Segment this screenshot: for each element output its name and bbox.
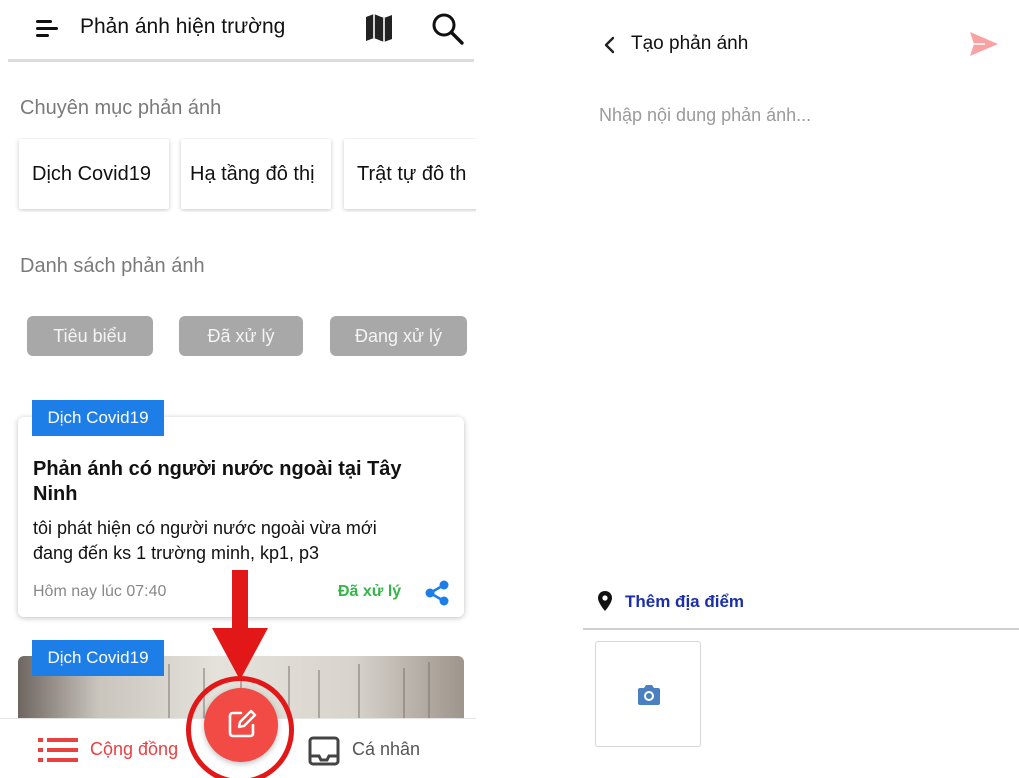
post-tag: Dịch Covid19 [32, 400, 164, 436]
post-body: tôi phát hiện có người nước ngoài vừa mớ… [33, 518, 377, 563]
location-pin-icon [598, 591, 612, 611]
filter-chips: Tiêu biểu Đã xử lý Đang xử lý [0, 316, 476, 358]
post-status: Đã xử lý [338, 583, 402, 600]
report-content-input[interactable] [599, 105, 999, 126]
send-icon[interactable] [969, 31, 999, 57]
category-urban-order[interactable]: Trật tự đô th [344, 139, 476, 209]
list-heading: Danh sách phản ánh [20, 255, 205, 277]
hamburger-icon[interactable] [36, 20, 58, 38]
post-time: Hôm nay lúc 07:40 [33, 583, 167, 600]
post-tag: Dịch Covid19 [32, 640, 164, 676]
map-icon[interactable] [365, 13, 393, 43]
back-icon[interactable] [603, 35, 617, 55]
annotation-arrow [212, 570, 268, 680]
inbox-icon[interactable] [308, 736, 340, 766]
community-screen: Phản ánh hiện trường Chuyên mục phản ánh… [0, 0, 476, 778]
app-title: Phản ánh hiện trường [80, 15, 286, 38]
top-app-bar: Phản ánh hiện trường [8, 0, 474, 62]
divider [583, 628, 1019, 630]
create-report-screen: Tạo phản ánh Thêm địa điểm [583, 0, 1019, 778]
create-report-button[interactable] [204, 688, 278, 762]
list-icon[interactable] [38, 738, 78, 762]
category-infrastructure[interactable]: Hạ tầng đô thị [181, 139, 331, 209]
edit-icon [228, 709, 257, 738]
screen-title: Tạo phản ánh [631, 33, 749, 54]
camera-icon [638, 685, 660, 705]
search-icon[interactable] [430, 11, 466, 47]
add-location-link[interactable]: Thêm địa điểm [625, 592, 744, 612]
share-icon[interactable] [423, 579, 451, 607]
stage: Phản ánh hiện trường Chuyên mục phản ánh… [0, 0, 1019, 778]
category-covid[interactable]: Dịch Covid19 [19, 139, 169, 209]
filter-processed[interactable]: Đã xử lý [179, 316, 303, 356]
post-title: Phản ánh có người nước ngoài tại Tây Nin… [33, 458, 402, 505]
filter-featured[interactable]: Tiêu biểu [27, 316, 153, 356]
filter-processing[interactable]: Đang xử lý [330, 316, 467, 356]
add-photo-button[interactable] [595, 641, 701, 747]
nav-personal-label[interactable]: Cá nhân [352, 739, 420, 760]
categories-heading: Chuyên mục phản ánh [20, 97, 222, 119]
nav-community-label[interactable]: Cộng đồng [90, 739, 178, 760]
category-list: Dịch Covid19 Hạ tầng đô thị Trật tự đô t… [0, 138, 476, 212]
